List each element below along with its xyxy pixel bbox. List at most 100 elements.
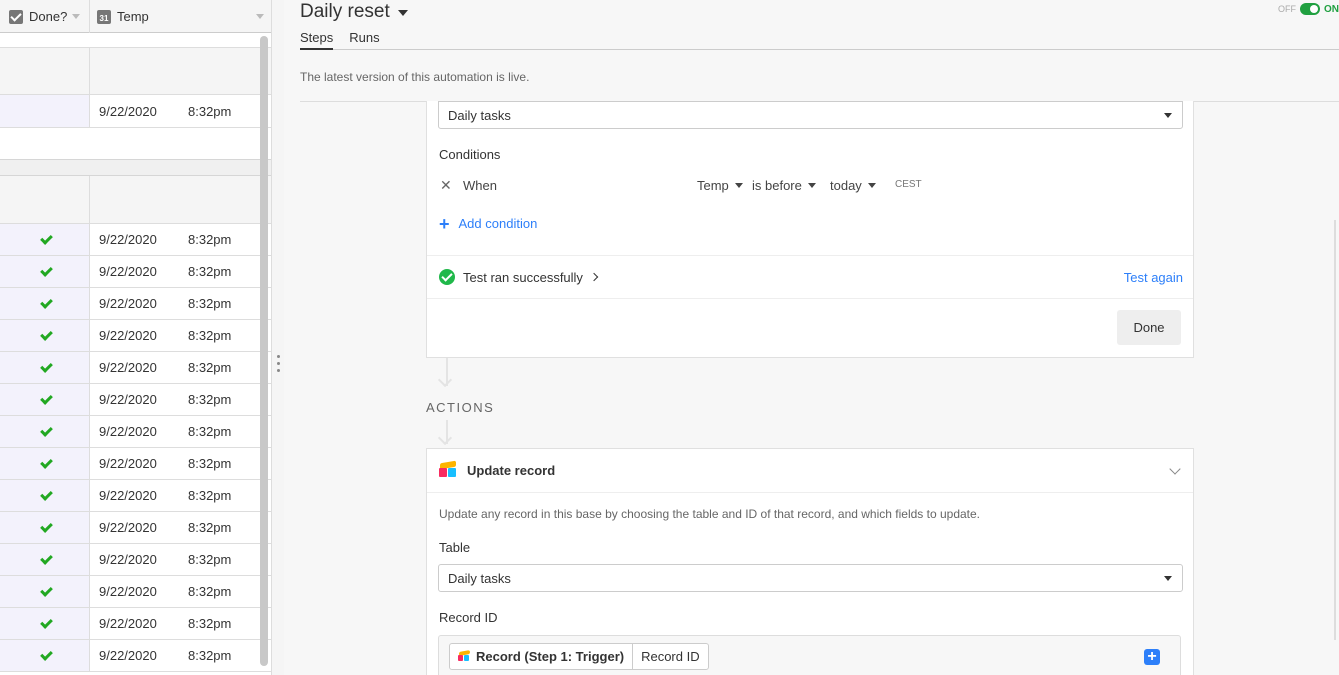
done-cell[interactable] (0, 416, 90, 447)
group-divider (0, 159, 271, 176)
automation-title-dropdown[interactable]: Daily reset (300, 0, 408, 24)
remove-condition-icon[interactable]: ✕ (440, 177, 452, 194)
temp-time: 8:32pm (188, 392, 232, 407)
temp-date: 9/22/2020 (99, 424, 157, 439)
checkmark-icon (40, 649, 52, 661)
action-header[interactable]: Update record (439, 460, 555, 478)
done-cell[interactable] (0, 608, 90, 639)
done-cell[interactable] (0, 544, 90, 575)
checkmark-icon (40, 457, 52, 469)
add-condition-label: Add condition (458, 216, 538, 231)
caret-down-icon (807, 183, 816, 188)
temp-time: 8:32pm (188, 232, 232, 247)
column-header-temp[interactable]: 31 Temp (91, 0, 271, 33)
table-row[interactable]: 9/22/2020 8:32pm (0, 512, 271, 544)
chevron-right-icon[interactable] (589, 272, 599, 282)
done-cell[interactable] (0, 480, 90, 511)
done-button[interactable]: Done (1117, 310, 1181, 345)
column-header-done[interactable]: Done? (0, 0, 90, 33)
done-cell[interactable] (0, 576, 90, 607)
temp-date: 9/22/2020 (99, 296, 157, 311)
table-row[interactable]: 9/22/2020 8:32pm (0, 480, 271, 512)
pane-resizer[interactable] (272, 0, 284, 675)
add-condition-button[interactable]: + Add condition (439, 213, 538, 234)
condition-prefix: When (463, 178, 497, 193)
condition-value-select[interactable]: today (830, 178, 876, 193)
checkmark-icon (40, 361, 52, 373)
temp-time: 8:32pm (188, 648, 232, 663)
done-cell[interactable] (0, 288, 90, 319)
done-cell[interactable] (0, 256, 90, 287)
done-cell[interactable] (0, 320, 90, 351)
record-id-token[interactable]: Record (Step 1: Trigger) Record ID (449, 643, 709, 670)
plus-icon: + (439, 213, 450, 234)
insert-token-button[interactable]: + (1144, 649, 1160, 665)
divider (427, 255, 1193, 256)
conditions-label: Conditions (439, 147, 501, 162)
done-cell[interactable] (0, 512, 90, 543)
temp-time: 8:32pm (188, 328, 232, 343)
temp-date: 9/22/2020 (99, 328, 157, 343)
column-header-label: Temp (117, 9, 149, 24)
table-row[interactable]: 9/22/2020 8:32pm (0, 448, 271, 480)
checkmark-icon (40, 617, 52, 629)
test-status-link[interactable]: Test ran successfully (463, 270, 583, 285)
action-table-select[interactable]: Daily tasks (438, 564, 1183, 592)
action-description: Update any record in this base by choosi… (439, 507, 981, 521)
done-cell[interactable] (0, 224, 90, 255)
done-cell[interactable] (0, 95, 90, 127)
table-row[interactable]: 9/22/2020 8:32pm (0, 256, 271, 288)
done-cell[interactable] (0, 448, 90, 479)
temp-date: 9/22/2020 (99, 552, 157, 567)
table-row[interactable]: 9/22/2020 8:32pm (0, 288, 271, 320)
temp-time: 8:32pm (188, 456, 232, 471)
table-row[interactable]: 9/22/2020 8:32pm (0, 576, 271, 608)
table-row[interactable]: 9/22/2020 8:32pm (0, 320, 271, 352)
test-result-row: Test ran successfully Test again (439, 268, 1183, 286)
checkmark-icon (40, 521, 52, 533)
grid-scrollbar[interactable] (260, 36, 268, 666)
chevron-down-icon[interactable] (256, 14, 264, 19)
chevron-down-icon[interactable] (1169, 463, 1181, 475)
panel-scrollbar[interactable] (1334, 220, 1336, 640)
toggle-on-label: ON (1324, 3, 1339, 15)
temp-time: 8:32pm (188, 552, 232, 567)
tab-steps[interactable]: Steps (300, 28, 334, 50)
token-field: Record ID (641, 649, 700, 664)
automation-tabs: Steps Runs (300, 28, 1339, 50)
temp-date: 9/22/2020 (99, 488, 157, 503)
resize-handle-dot (277, 355, 280, 358)
table-row[interactable]: 9/22/2020 8:32pm (0, 640, 271, 672)
tab-runs[interactable]: Runs (349, 28, 379, 50)
table-row[interactable]: 9/22/2020 8:32pm (0, 384, 271, 416)
temp-time: 8:32pm (188, 584, 232, 599)
condition-operator-select[interactable]: is before (752, 178, 816, 193)
timezone-label: CEST (895, 179, 922, 190)
condition-field-select[interactable]: Temp (697, 178, 743, 193)
table-row[interactable]: 9/22/2020 8:32pm (0, 95, 271, 128)
action-card: Update record Update any record in this … (426, 448, 1194, 675)
test-again-link[interactable]: Test again (1124, 270, 1183, 285)
checkmark-icon (40, 265, 52, 277)
temp-date: 9/22/2020 (99, 648, 157, 663)
trigger-table-select[interactable]: Daily tasks (438, 101, 1183, 129)
chevron-down-icon[interactable] (72, 14, 80, 19)
table-row[interactable]: 9/22/2020 8:32pm (0, 544, 271, 576)
automation-toggle[interactable]: OFF ON (1278, 3, 1339, 15)
toggle-switch[interactable] (1300, 3, 1320, 15)
calendar-icon: 31 (97, 9, 111, 24)
table-row[interactable]: 9/22/2020 8:32pm (0, 608, 271, 640)
table-row[interactable]: 9/22/2020 8:32pm (0, 416, 271, 448)
condition-value: today (830, 178, 862, 193)
table-row[interactable]: 9/22/2020 8:32pm (0, 352, 271, 384)
table-label: Table (439, 540, 471, 555)
group-header (0, 176, 271, 224)
done-cell[interactable] (0, 352, 90, 383)
table-row[interactable]: 9/22/2020 8:32pm (0, 224, 271, 256)
done-cell[interactable] (0, 640, 90, 671)
column-header-label: Done? (29, 9, 68, 24)
record-id-field[interactable]: Record (Step 1: Trigger) Record ID + (438, 635, 1181, 675)
temp-time: 8:32pm (188, 520, 232, 535)
temp-date: 9/22/2020 (99, 520, 157, 535)
done-cell[interactable] (0, 384, 90, 415)
